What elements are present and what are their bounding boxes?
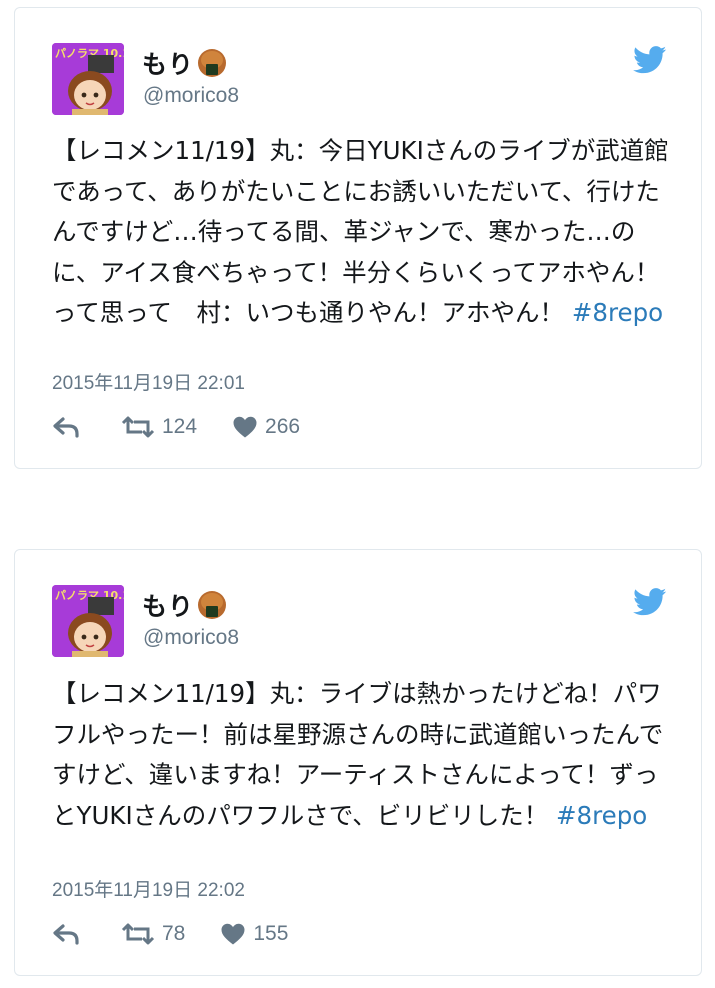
user-name-row[interactable]: もり [142, 45, 227, 81]
tweet-timestamp[interactable]: 2015年11月19日 22:02 [52, 875, 245, 902]
retweet-count: 124 [162, 415, 198, 438]
retweet-count: 78 [162, 922, 186, 945]
avatar-image: パノラマ 10.12 [52, 43, 124, 115]
twitter-bird-icon[interactable] [633, 588, 667, 616]
tweet-actions: 124 266 [52, 415, 300, 439]
retweet-icon [121, 416, 155, 438]
tweet-text: 【レコメン11/19】丸：ライブは熱かったけどね！パワフルやったー！前は星野源さ… [52, 674, 672, 836]
like-button[interactable]: 155 [221, 922, 288, 946]
tweet-card[interactable]: パノラマ 10.12 もり @morico8 【レコメン11/19】丸：今日YU… [14, 7, 702, 469]
retweet-icon [121, 923, 155, 945]
retweet-button[interactable]: 124 [120, 415, 197, 439]
avatar-image: パノラマ 10.12 [52, 585, 124, 657]
reply-button[interactable] [52, 922, 120, 946]
reply-icon [53, 924, 79, 945]
hashtag-link[interactable]: #8repo [556, 801, 647, 830]
user-handle[interactable]: @morico8 [143, 626, 239, 650]
hashtag-link[interactable]: #8repo [572, 298, 663, 327]
like-count: 155 [253, 922, 289, 945]
display-name[interactable]: もり [142, 45, 194, 81]
avatar[interactable]: パノラマ 10.12 [52, 585, 124, 657]
onigiri-emoji-icon [198, 591, 227, 619]
display-name[interactable]: もり [142, 587, 194, 623]
user-handle[interactable]: @morico8 [143, 84, 239, 108]
heart-icon [233, 416, 257, 438]
tweet-actions: 78 155 [52, 922, 288, 946]
like-button[interactable]: 266 [233, 415, 300, 439]
tweet-text: 【レコメン11/19】丸：今日YUKIさんのライブが武道館であって、ありがたいこ… [52, 131, 672, 334]
reply-button[interactable] [52, 415, 120, 439]
heart-icon [221, 923, 245, 945]
avatar[interactable]: パノラマ 10.12 [52, 43, 124, 115]
user-name-row[interactable]: もり [142, 587, 227, 623]
onigiri-emoji-icon [198, 49, 227, 77]
retweet-button[interactable]: 78 [120, 922, 185, 946]
tweet-card[interactable]: パノラマ 10.12 もり @morico8 【レコメン11/19】丸：ライブは… [14, 549, 702, 976]
reply-icon [53, 417, 79, 438]
twitter-bird-icon[interactable] [633, 46, 667, 74]
tweet-timestamp[interactable]: 2015年11月19日 22:01 [52, 368, 245, 395]
like-count: 266 [265, 415, 301, 438]
